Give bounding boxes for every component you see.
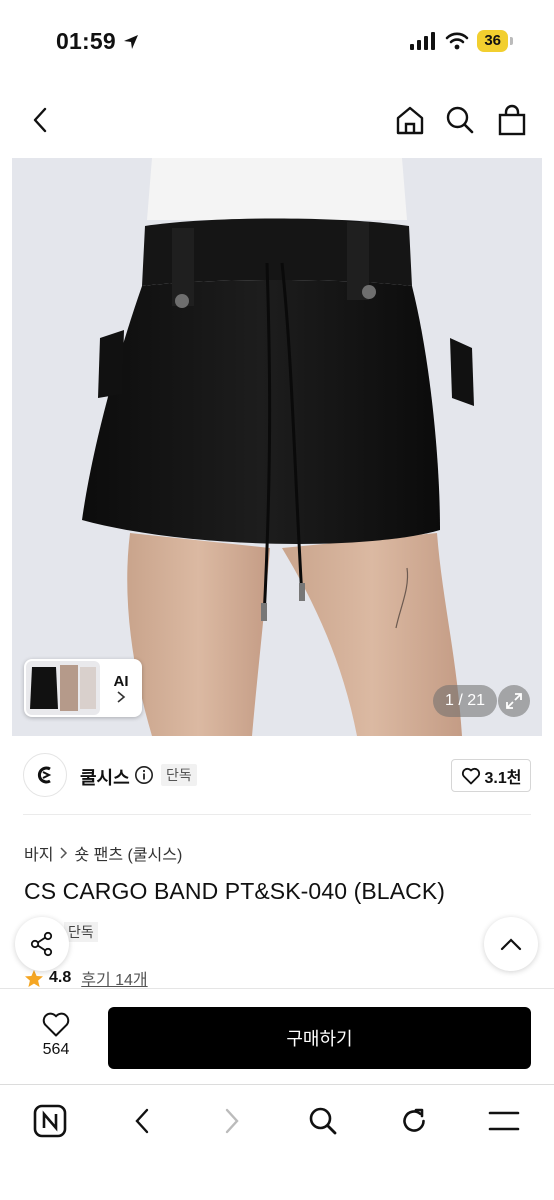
search-icon <box>446 106 474 134</box>
shopping-bag-icon <box>498 104 526 136</box>
wishlist-count: 564 <box>42 1041 70 1058</box>
search-button[interactable] <box>442 100 478 140</box>
cart-button[interactable] <box>494 100 530 140</box>
divider <box>23 814 531 815</box>
wishlist-button[interactable]: 564 <box>34 1011 78 1059</box>
brand-logo[interactable] <box>23 753 67 797</box>
scroll-top-button[interactable] <box>484 917 538 971</box>
product-image-gallery[interactable]: AI 1 / 21 <box>12 158 542 736</box>
chevron-right-icon <box>117 690 126 703</box>
back-icon <box>135 1108 149 1134</box>
brand-like-button[interactable]: 3.1천 <box>451 759 531 792</box>
signal-icon <box>410 32 436 50</box>
rating-score: 4.8 <box>49 969 72 986</box>
menu-icon <box>488 1111 520 1131</box>
buy-button[interactable]: 구매하기 <box>108 1007 531 1069</box>
product-photo <box>12 158 542 736</box>
brand-like-count: 3.1천 <box>484 769 522 787</box>
search-icon <box>309 1107 337 1135</box>
refresh-icon <box>403 1108 425 1132</box>
chevron-up-icon <box>500 938 522 951</box>
status-bar: 01:59 36 <box>0 0 554 82</box>
wifi-icon <box>446 32 469 50</box>
image-counter: 1 / 21 <box>433 685 497 717</box>
battery-indicator: 36 <box>477 30 513 52</box>
browser-back-button[interactable] <box>122 1101 162 1141</box>
status-indicators: 36 <box>409 30 513 52</box>
thumbnail-ai-label-group: AI <box>100 673 142 704</box>
share-icon <box>30 931 53 957</box>
home-button[interactable] <box>392 100 428 140</box>
app-header <box>0 82 554 158</box>
back-button[interactable] <box>22 100 58 140</box>
browser-menu-button[interactable] <box>484 1101 524 1141</box>
status-time: 01:59 <box>56 28 116 54</box>
breadcrumb: 바지 숏 팬츠 (쿨시스) <box>24 841 182 865</box>
share-button[interactable] <box>15 917 69 971</box>
brand-logo-icon <box>37 766 52 784</box>
forward-icon <box>225 1108 239 1134</box>
heart-icon <box>461 767 480 784</box>
thumbnail-image <box>26 661 100 715</box>
breadcrumb-category[interactable]: 바지 <box>24 841 53 865</box>
thumbnail-ai-label: AI <box>113 672 129 690</box>
location-arrow-icon <box>123 34 138 49</box>
naver-home-button[interactable] <box>30 1101 70 1141</box>
browser-refresh-button[interactable] <box>394 1101 434 1141</box>
browser-forward-button[interactable] <box>212 1101 252 1141</box>
chevron-right-icon <box>60 847 68 859</box>
brand-row: 쿨시스 단독 3.1천 <box>0 740 554 812</box>
home-icon <box>396 106 424 135</box>
browser-search-button[interactable] <box>303 1101 343 1141</box>
ai-thumbnail-card[interactable]: AI <box>24 659 142 717</box>
expand-button[interactable] <box>498 685 530 717</box>
exclusive-badge: 단독 <box>161 764 197 786</box>
product-exclusive-tag: 단독 <box>64 922 98 942</box>
naver-icon <box>33 1104 67 1138</box>
status-time-group: 01:59 <box>56 28 140 55</box>
reviews-link[interactable]: 후기 14개 <box>81 966 147 990</box>
browser-toolbar <box>0 1084 554 1200</box>
brand-name[interactable]: 쿨시스 <box>80 764 130 790</box>
heart-icon <box>42 1012 70 1037</box>
info-icon[interactable] <box>134 765 154 785</box>
product-title: CS CARGO BAND PT&SK-040 (BLACK) <box>24 878 446 904</box>
back-icon <box>33 107 47 133</box>
star-icon <box>25 969 43 987</box>
purchase-bar: 564 구매하기 <box>0 988 554 1084</box>
breadcrumb-subcategory[interactable]: 숏 팬츠 (쿨시스) <box>74 841 182 865</box>
expand-icon <box>506 693 522 709</box>
